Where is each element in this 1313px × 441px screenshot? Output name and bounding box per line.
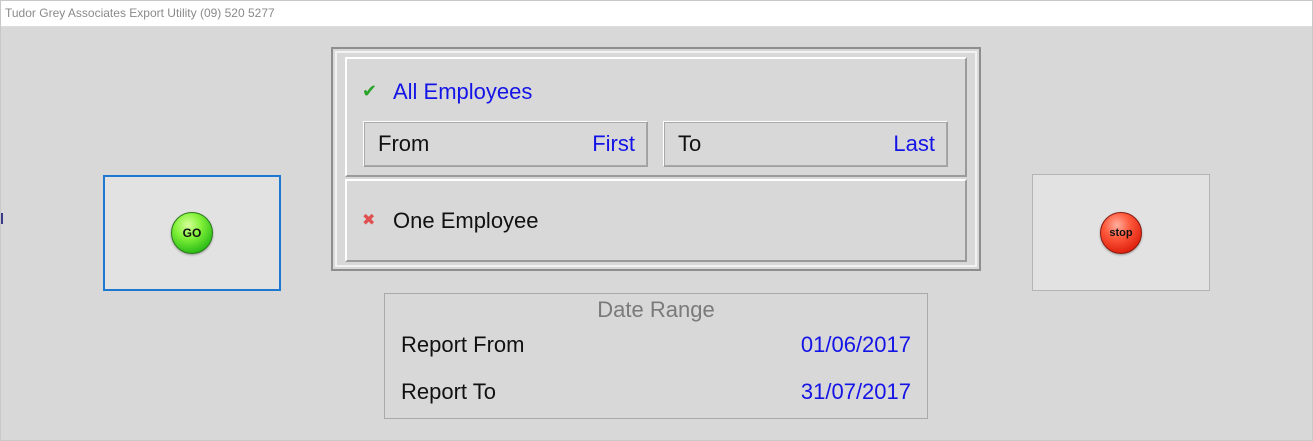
date-range-title: Date Range <box>597 297 715 322</box>
stop-orb-icon: stop <box>1100 211 1142 254</box>
window-title: Tudor Grey Associates Export Utility (09… <box>5 6 275 20</box>
from-value: First <box>592 131 635 156</box>
to-label: To <box>678 131 702 156</box>
stop-button[interactable]: stop <box>1032 174 1210 291</box>
cross-icon: ✖ <box>362 212 376 229</box>
go-label: GO <box>182 226 202 240</box>
stop-label: stop <box>1109 226 1133 239</box>
date-range-group: Date Range Report From 01/06/2017 Report… <box>384 293 928 419</box>
report-from-label: Report From <box>401 332 525 357</box>
report-to-label: Report To <box>401 379 496 404</box>
edge-marker <box>1 213 3 224</box>
check-icon: ✔ <box>362 81 378 101</box>
from-employee-field[interactable]: From First <box>363 121 648 167</box>
report-to-value[interactable]: 31/07/2017 <box>801 379 911 405</box>
from-label: From <box>378 131 430 156</box>
to-employee-field[interactable]: To Last <box>663 121 948 167</box>
go-button[interactable]: GO <box>103 175 281 291</box>
go-orb-icon: GO <box>171 212 213 254</box>
report-from-value[interactable]: 01/06/2017 <box>801 332 911 358</box>
one-employee-option[interactable]: One Employee <box>393 208 539 234</box>
all-employees-option[interactable]: All Employees <box>393 79 532 105</box>
title-bar: Tudor Grey Associates Export Utility (09… <box>1 1 1312 27</box>
to-value: Last <box>893 131 935 156</box>
